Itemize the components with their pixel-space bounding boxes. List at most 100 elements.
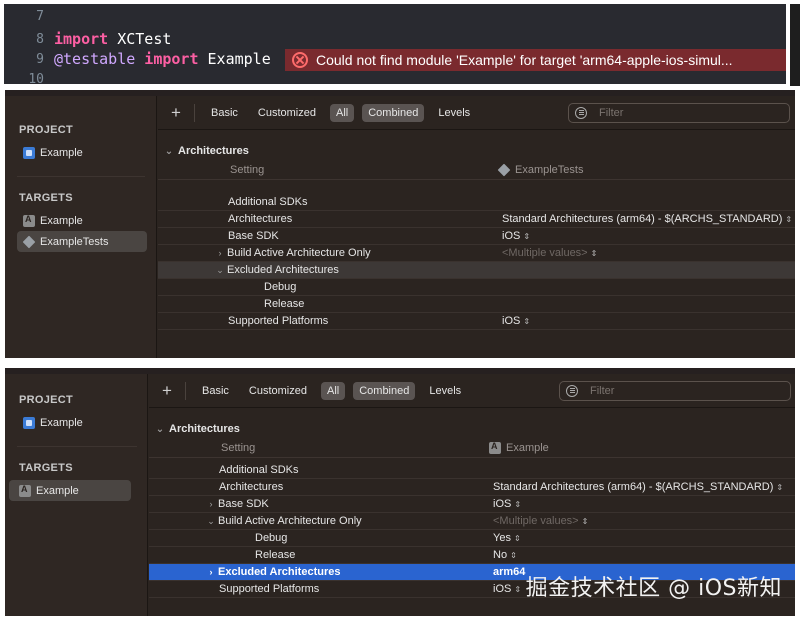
project-header: PROJECT <box>19 394 74 406</box>
setting-row-supported-platforms[interactable]: Supported Platforms iOS ⇕ <box>158 313 795 330</box>
setting-row-build-active-arch[interactable]: ⌄ Build Active Architecture Only <Multipl… <box>149 513 795 530</box>
setting-row-base-sdk[interactable]: Base SDK iOS ⇕ <box>158 228 795 245</box>
view-levels-button[interactable]: Levels <box>432 104 476 122</box>
filter-placeholder: Filter <box>599 107 624 119</box>
setting-row-release[interactable]: Release <box>158 296 795 313</box>
setting-row-build-active-arch[interactable]: › Build Active Architecture Only <Multipl… <box>158 245 795 262</box>
code-editor[interactable]: 7 8 import XCTest 9 @testable import Exa… <box>4 4 786 84</box>
app-target-icon <box>23 214 35 227</box>
section-title: Architectures <box>169 423 240 435</box>
sidebar-item-target-example[interactable]: Example <box>17 210 147 231</box>
divider <box>185 381 186 400</box>
chevron-down-icon: ⌄ <box>207 515 215 526</box>
sidebar-item-target-exampletests[interactable]: ExampleTests <box>17 231 147 252</box>
filter-basic-button[interactable]: Basic <box>196 382 235 400</box>
setting-row-excluded-architectures[interactable]: ⌄ Excluded Architectures <box>158 262 795 279</box>
filter-bar: + Basic Customized All Combined Levels F… <box>158 96 795 130</box>
sidebar-item-project[interactable]: Example <box>17 412 83 433</box>
stepper-icon: ⇕ <box>776 483 784 492</box>
view-levels-button[interactable]: Levels <box>423 382 467 400</box>
setting-value[interactable]: iOS ⇕ <box>502 230 530 242</box>
view-combined-button[interactable]: Combined <box>353 381 416 400</box>
sidebar-item-target-example[interactable]: Example <box>9 480 131 501</box>
sidebar-divider <box>17 446 137 447</box>
setting-value[interactable]: No ⇕ <box>493 549 517 561</box>
stepper-icon: ⇕ <box>514 585 522 594</box>
stepper-icon: ⇕ <box>513 534 521 543</box>
module-name: Example <box>198 50 271 68</box>
targets-header: TARGETS <box>19 462 73 474</box>
filter-all-button[interactable]: All <box>320 381 346 400</box>
setting-row-debug[interactable]: Debug Yes ⇕ <box>149 530 795 547</box>
test-target-icon <box>497 163 511 177</box>
test-target-icon <box>22 235 36 248</box>
column-setting: Setting <box>221 442 256 454</box>
setting-value[interactable]: iOS ⇕ <box>493 583 521 595</box>
add-setting-button[interactable]: + <box>168 103 184 123</box>
setting-row-debug[interactable]: Debug <box>158 279 795 296</box>
setting-value[interactable]: Standard Architectures (arm64) - $(ARCHS… <box>502 213 792 225</box>
project-icon <box>23 416 35 429</box>
targets-header: TARGETS <box>19 192 73 204</box>
setting-row-architectures[interactable]: Architectures Standard Architectures (ar… <box>149 479 795 496</box>
setting-value[interactable]: Standard Architectures (arm64) - $(ARCHS… <box>493 481 783 493</box>
setting-value[interactable]: arm64 <box>493 566 525 578</box>
target-sidebar: PROJECT Example TARGETS Example <box>5 374 148 616</box>
target-sidebar: PROJECT Example TARGETS Example ExampleT… <box>5 96 157 358</box>
chevron-right-icon: › <box>218 248 222 258</box>
setting-value[interactable]: <Multiple values> ⇕ <box>502 247 597 259</box>
chevron-right-icon: › <box>209 567 213 577</box>
module-name: XCTest <box>108 30 172 48</box>
divider <box>194 103 195 122</box>
setting-row-architectures[interactable]: Architectures Standard Architectures (ar… <box>158 211 795 228</box>
keyword-import: import <box>54 30 109 48</box>
stepper-icon: ⇕ <box>785 215 793 224</box>
setting-row-base-sdk[interactable]: › Base SDK iOS ⇕ <box>149 496 795 513</box>
filter-customized-button[interactable]: Customized <box>243 382 313 400</box>
keyword-import: import <box>135 50 199 68</box>
setting-value[interactable]: Yes ⇕ <box>493 532 521 544</box>
filter-customized-button[interactable]: Customized <box>252 104 322 122</box>
filter-field[interactable]: Filter <box>559 381 791 401</box>
setting-row-additional-sdks[interactable]: Additional SDKs <box>158 194 795 211</box>
setting-row-release[interactable]: Release No ⇕ <box>149 547 795 564</box>
add-setting-button[interactable]: + <box>159 381 175 401</box>
section-architectures[interactable]: ⌄ Architectures <box>155 423 240 435</box>
stepper-icon: ⇕ <box>581 517 589 526</box>
sidebar-item-label: Example <box>36 484 79 497</box>
filter-field[interactable]: Filter <box>568 103 790 123</box>
setting-row-additional-sdks[interactable]: Additional SDKs <box>149 462 795 479</box>
project-header: PROJECT <box>19 124 74 136</box>
setting-value[interactable]: <Multiple values> ⇕ <box>493 515 588 527</box>
error-message: Could not find module 'Example' for targ… <box>316 52 733 68</box>
filter-placeholder: Filter <box>590 385 615 397</box>
sidebar-item-label: Example <box>40 146 83 159</box>
setting-value[interactable]: iOS ⇕ <box>493 498 521 510</box>
chevron-down-icon: ⌄ <box>155 423 165 435</box>
column-target: ExampleTests <box>497 163 583 177</box>
error-banner[interactable]: Could not find module 'Example' for targ… <box>285 49 786 71</box>
sidebar-item-label: Example <box>40 416 83 429</box>
stepper-icon: ⇕ <box>590 249 598 258</box>
line-number: 9 <box>36 52 44 67</box>
code-line-8: 8 import XCTest <box>4 30 786 50</box>
line-number: 10 <box>28 72 44 84</box>
settings-main: + Basic Customized All Combined Levels F… <box>158 96 795 358</box>
column-header: Setting ExampleTests <box>158 160 795 180</box>
sidebar-item-project[interactable]: Example <box>17 142 83 163</box>
section-architectures[interactable]: ⌄ Architectures <box>164 145 249 157</box>
filter-all-button[interactable]: All <box>329 103 355 122</box>
chevron-down-icon: ⌄ <box>164 145 174 157</box>
stepper-icon: ⇕ <box>523 232 531 241</box>
app-target-icon <box>489 441 501 454</box>
setting-value[interactable]: iOS ⇕ <box>502 315 530 327</box>
filter-bar: + Basic Customized All Combined Levels F… <box>149 374 795 408</box>
column-header: Setting Example <box>149 438 795 458</box>
view-combined-button[interactable]: Combined <box>362 103 425 122</box>
section-title: Architectures <box>178 145 249 157</box>
chevron-right-icon: › <box>209 499 213 509</box>
watermark: 掘金技术社区 @ iOS新知 <box>525 576 782 601</box>
filter-basic-button[interactable]: Basic <box>205 104 244 122</box>
attribute-testable: @testable <box>54 50 136 68</box>
line-number: 8 <box>36 32 44 47</box>
